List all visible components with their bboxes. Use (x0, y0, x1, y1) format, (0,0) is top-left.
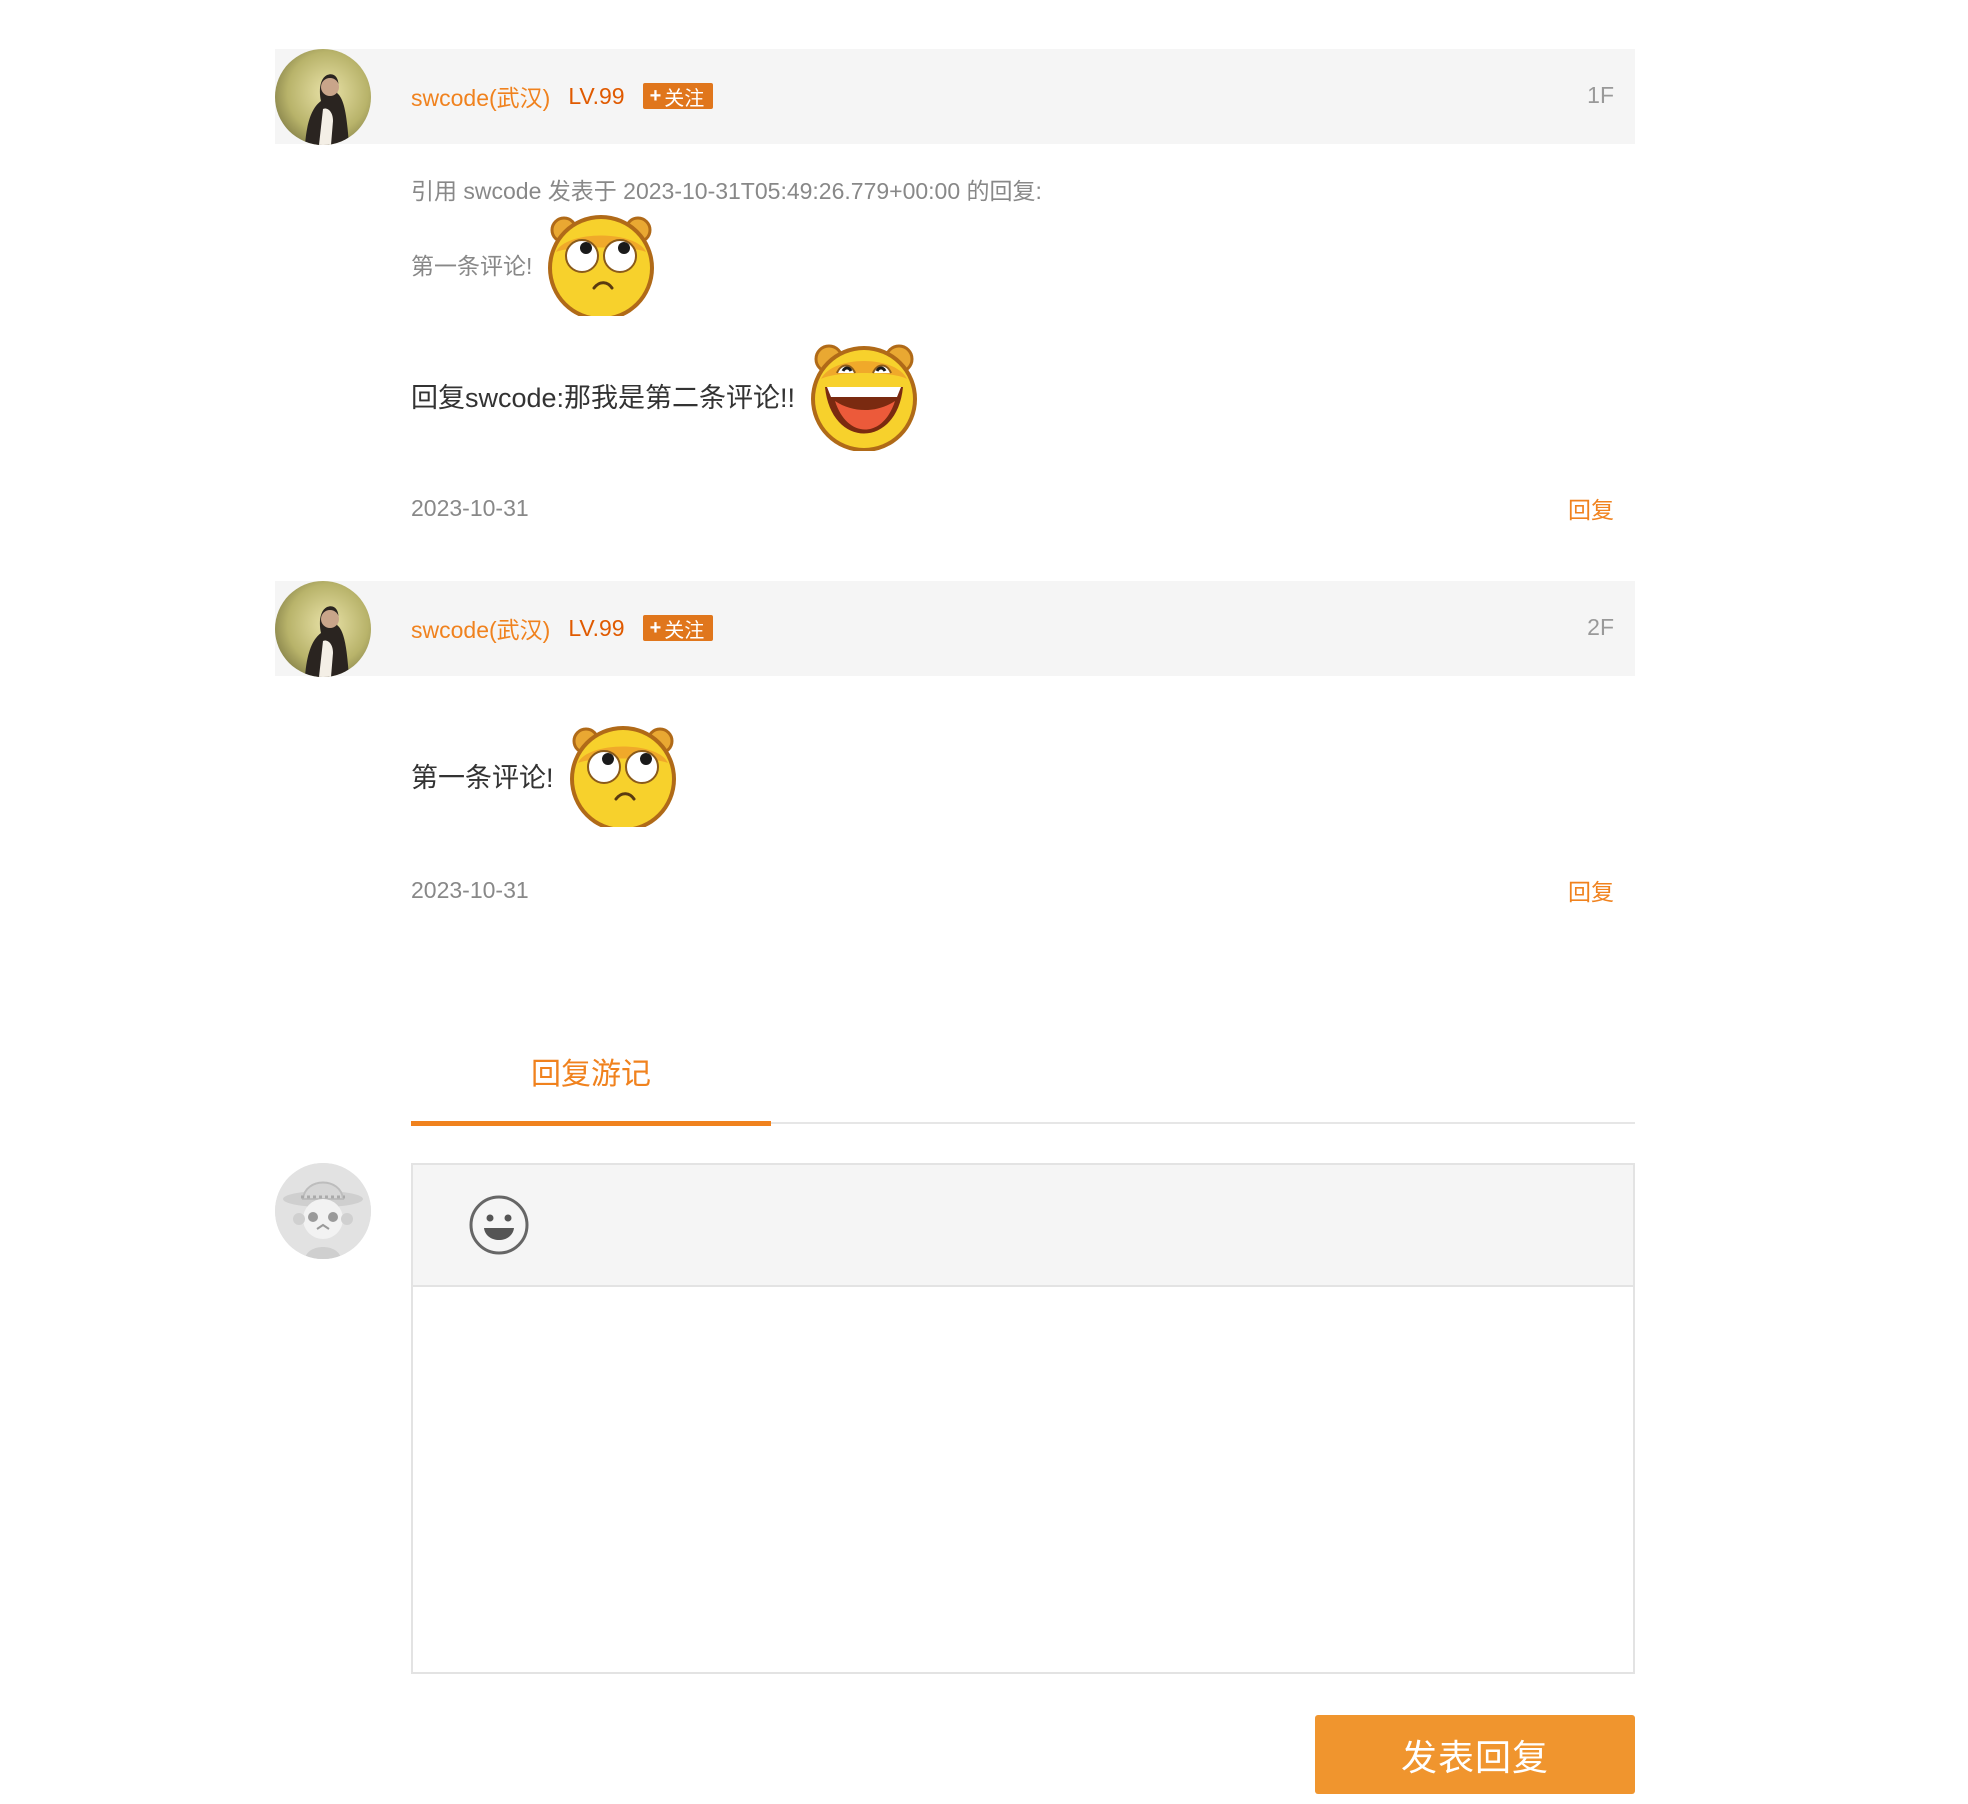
tab-reply-travelogue[interactable]: 回复游记 (411, 1042, 771, 1124)
comments-page: swcode(武汉) LV.99 + 关注 1F 引用 swcode 发表于 2… (0, 0, 1968, 1804)
reply-textarea[interactable] (413, 1287, 1633, 1672)
plus-icon: + (649, 616, 662, 639)
follow-label: 关注 (664, 619, 705, 642)
user-level: LV.99 (568, 82, 625, 109)
comment-text: 第一条评论! (411, 762, 554, 793)
editor-toolbar (413, 1165, 1633, 1287)
comment-date: 2023-10-31 (411, 494, 529, 521)
username-link[interactable]: swcode(武汉) (411, 79, 550, 113)
current-user-avatar (275, 1163, 371, 1259)
user-info: swcode(武汉) LV.99 + 关注 (411, 79, 714, 113)
reply-editor (411, 1163, 1635, 1674)
reply-link[interactable]: 回复 (1568, 873, 1614, 907)
plus-icon: + (649, 84, 662, 107)
comment-footer: 2023-10-31 回复 (411, 491, 1635, 525)
comment-date: 2023-10-31 (411, 876, 529, 903)
user-info: swcode(武汉) LV.99 + 关注 (411, 611, 714, 645)
follow-button[interactable]: + 关注 (642, 615, 714, 642)
comment-body: 第一条评论! (411, 722, 680, 828)
thinking-face-emoji (548, 215, 655, 316)
follow-button[interactable]: + 关注 (642, 83, 714, 110)
comment-footer: 2023-10-31 回复 (411, 873, 1635, 907)
follow-label: 关注 (664, 87, 705, 110)
reply-link[interactable]: 回复 (1568, 491, 1614, 525)
submit-reply-button[interactable]: 发表回复 (1315, 1715, 1635, 1794)
comment-body: 回复swcode:那我是第二条评论!! (411, 339, 921, 451)
smiley-icon[interactable] (468, 1194, 530, 1256)
quote-meta: 引用 swcode 发表于 2023-10-31T05:49:26.779+00… (411, 178, 1042, 204)
user-level: LV.99 (568, 614, 625, 641)
quote-body: 第一条评论! (411, 212, 658, 316)
user-avatar[interactable] (275, 49, 371, 145)
quote-text: 第一条评论! (411, 253, 533, 279)
floor-number: 2F (1587, 614, 1614, 640)
laughing-face-emoji (811, 344, 918, 451)
comment-text: 回复swcode:那我是第二条评论!! (411, 382, 796, 413)
tab-active-indicator (411, 1121, 771, 1126)
user-avatar[interactable] (275, 581, 371, 677)
thinking-face-emoji (569, 726, 676, 827)
reply-tabs: 回复游记 (411, 1042, 1635, 1126)
username-link[interactable]: swcode(武汉) (411, 611, 550, 645)
floor-number: 1F (1587, 82, 1614, 108)
